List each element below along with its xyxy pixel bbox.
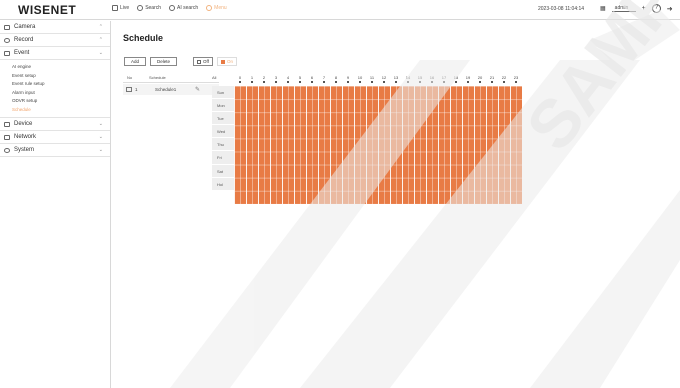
day-label-fri[interactable]: Fri [212,151,234,165]
sidebar-item-odvr-setup[interactable]: ODVR setup [0,97,110,106]
hour-label-21[interactable]: 21 [487,75,497,83]
hour-label-9[interactable]: 9 [343,75,353,83]
chevron-down-icon: ⌄ [98,121,103,127]
sidebar-item-event-setup[interactable]: Event setup [0,72,110,81]
sidebar-item-ai-engine[interactable]: AI engine [0,63,110,72]
schedule-toolbar: Add Delete Off On [124,57,237,66]
schedule-list-row[interactable]: 1 Schedule1 ✎ [123,84,219,95]
record-icon [4,38,10,43]
main-panel: Schedule Add Delete Off On No Schedule 1… [112,21,680,388]
hour-label-18[interactable]: 18 [451,75,461,83]
col-no: No [127,75,133,80]
top-bar: WISENET Live Search AI search Menu 2023-… [0,0,680,20]
nav-ai-search[interactable]: AI search [169,5,198,11]
ai-search-icon [169,5,176,11]
gear-icon [4,148,10,153]
hour-label-4[interactable]: 4 [283,75,293,83]
day-label-thu[interactable]: Thu [212,138,234,152]
event-icon [4,51,10,56]
user-field[interactable]: admin [611,5,636,12]
sidebar-item-event-rule-setup[interactable]: Event rule setup [0,80,110,89]
sidebar-item-event[interactable]: Event ⌄ [0,47,110,60]
day-label-tue[interactable]: Tue [212,112,234,126]
menu-icon [206,5,213,11]
row-no: 1 [135,87,138,92]
schedule-grid[interactable] [234,86,522,204]
sidebar-item-camera[interactable]: Camera ⌃ [0,21,110,34]
day-label-sat[interactable]: Sat [212,164,234,178]
row-schedule-name: Schedule1 [155,87,177,92]
chevron-up-icon: ⌃ [98,37,103,43]
nav-search[interactable]: Search [137,5,161,11]
schedule-list-header: No Schedule [123,75,219,83]
day-label-mon[interactable]: Mon [212,99,234,113]
nav-menu[interactable]: Menu [206,5,227,11]
hour-label-5[interactable]: 5 [295,75,305,83]
hour-label-6[interactable]: 6 [307,75,317,83]
hour-label-14[interactable]: 14 [403,75,413,83]
add-button[interactable]: Add [124,57,147,66]
on-button[interactable]: On [216,57,237,66]
camera-icon [4,25,10,30]
hour-label-13[interactable]: 13 [391,75,401,83]
logout-icon[interactable]: ➜ [667,5,673,13]
hour-label-7[interactable]: 7 [319,75,329,83]
hour-label-22[interactable]: 22 [499,75,509,83]
hour-label-11[interactable]: 11 [367,75,377,83]
search-icon [137,5,144,11]
chevron-down-icon: ⌄ [98,134,103,140]
datetime-display: 2023-03-08 11:04:14 [538,6,585,12]
sidebar: Camera ⌃ Record ⌃ Event ⌄ AI engine Even… [0,21,111,388]
event-submenu: AI engine Event setup Event rule setup A… [0,60,110,118]
network-icon [4,135,10,140]
hour-label-3[interactable]: 3 [271,75,281,83]
sidebar-item-record[interactable]: Record ⌃ [0,34,110,47]
day-label-hol[interactable]: Hol [212,177,234,191]
top-right-controls: ▦ admin + ? ➜ [600,4,673,13]
day-labels: Sun Mon Tue Wed Thu Fri Sat Hol [212,86,234,191]
sidebar-item-system[interactable]: System ⌄ [0,144,110,157]
select-all-label[interactable]: All [212,75,216,80]
device-icon [4,122,10,127]
hour-label-17[interactable]: 17 [439,75,449,83]
wisenet-logo: WISENET [18,3,77,17]
chevron-down-icon: ⌄ [98,50,103,56]
plus-icon[interactable]: + [642,5,646,12]
row-checkbox[interactable] [126,87,132,92]
hour-label-8[interactable]: 8 [331,75,341,83]
off-swatch-icon [197,59,202,64]
chevron-up-icon: ⌃ [98,24,103,30]
chevron-down-icon: ⌄ [98,147,103,153]
day-label-wed[interactable]: Wed [212,125,234,139]
delete-button[interactable]: Delete [150,57,178,66]
hour-label-10[interactable]: 10 [355,75,365,83]
hour-label-12[interactable]: 12 [379,75,389,83]
hour-label-15[interactable]: 15 [415,75,425,83]
hour-header: 0 1 2 3 4 5 6 7 8 9 10 11 12 13 14 15 16 17 18 19 20 21 22 23 [234,75,522,86]
hour-label-19[interactable]: 19 [463,75,473,83]
hour-label-16[interactable]: 16 [427,75,437,83]
sidebar-item-device[interactable]: Device ⌄ [0,118,110,131]
sidebar-item-network[interactable]: Network ⌄ [0,131,110,144]
help-icon[interactable]: ? [651,4,661,13]
hour-label-2[interactable]: 2 [259,75,269,83]
hour-label-1[interactable]: 1 [247,75,257,83]
on-swatch-icon [220,59,225,64]
hdd-status-icon[interactable]: ▦ [600,5,606,12]
sidebar-item-alarm-input[interactable]: Alarm input [0,89,110,98]
top-nav: Live Search AI search Menu [112,5,227,11]
day-label-sun[interactable]: Sun [212,86,234,100]
hour-label-20[interactable]: 20 [475,75,485,83]
hour-label-0[interactable]: 0 [235,75,245,83]
hour-label-23[interactable]: 23 [511,75,521,83]
monitor-icon [112,5,118,11]
sidebar-item-schedule[interactable]: Schedule [0,106,110,115]
off-button[interactable]: Off [193,57,213,66]
col-schedule: Schedule [149,75,166,80]
nav-live[interactable]: Live [112,5,129,11]
edit-pencil-icon[interactable]: ✎ [195,86,200,93]
page-title: Schedule [123,33,164,43]
